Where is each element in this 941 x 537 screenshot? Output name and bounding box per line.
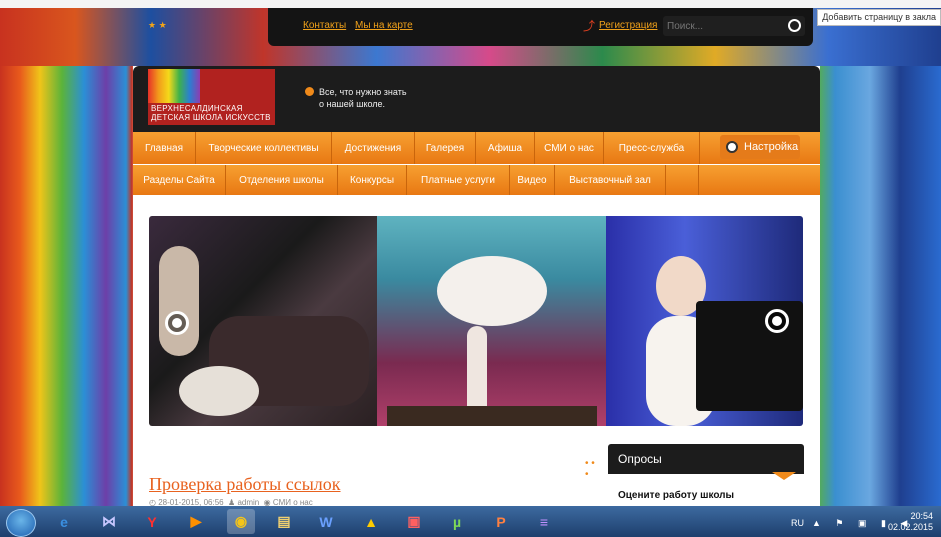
header-notice: Все, что нужно знать о нашей школе. [305, 86, 407, 110]
image-slider [149, 216, 803, 426]
ie-icon[interactable]: e [50, 509, 78, 534]
daemon-tools-icon[interactable]: ▲ [357, 509, 385, 534]
logo-rainbow [148, 69, 200, 103]
photo-figure [179, 366, 259, 416]
nav-item-poster[interactable]: Афиша [476, 132, 535, 164]
photo-figure [467, 326, 487, 416]
slider-next-button[interactable] [765, 309, 789, 333]
browser-chrome [0, 0, 941, 8]
clock-date: 02.02.2015 [887, 522, 933, 532]
star-icons: ★ ★ [148, 20, 167, 30]
nav-item-exhibition[interactable]: Выставочный зал [555, 165, 666, 195]
nav-item-paid-services[interactable]: Платные услуги [407, 165, 510, 195]
nav-item-blank [666, 165, 699, 195]
nav-item-sections[interactable]: Разделы Сайта [133, 165, 226, 195]
nav-item-achievements[interactable]: Достижения [332, 132, 415, 164]
explorer-folder-icon[interactable]: ▤ [270, 509, 298, 534]
system-clock[interactable]: 20:54 02.02.2015 [888, 511, 933, 533]
nav-item-press[interactable]: Пресс-служба [604, 132, 700, 164]
site-header: ВЕРХНЕСАЛДИНСКАЯ ДЕТСКАЯ ШКОЛА ИСКУССТВ … [133, 66, 820, 132]
poll-toggle-icon[interactable] [772, 472, 796, 480]
player-icon[interactable]: ▶ [182, 509, 210, 534]
poll-header: Опросы [608, 444, 804, 480]
photo-figure [387, 406, 597, 426]
poll-question: Оцените работу школы [618, 490, 735, 501]
word-icon[interactable]: W [312, 509, 340, 534]
media-player-icon[interactable]: ⋈ [95, 509, 123, 534]
nav-item-collectives[interactable]: Творческие коллективы [196, 132, 332, 164]
nav-item-video[interactable]: Видео [510, 165, 555, 195]
clock-time: 20:54 [910, 511, 933, 521]
search-submit-icon[interactable] [788, 19, 801, 32]
school-logo[interactable]: ВЕРХНЕСАЛДИНСКАЯ ДЕТСКАЯ ШКОЛА ИСКУССТВ [148, 69, 275, 125]
article-title-link[interactable]: Проверка работы ссылок [149, 474, 341, 495]
register-icon: ⤴ [583, 19, 596, 33]
logo-line-2: ДЕТСКАЯ ШКОЛА ИСКУССТВ [151, 113, 271, 122]
search-box [663, 16, 805, 36]
main-nav: Главная Творческие коллективы Достижения… [133, 132, 820, 164]
photo-figure [159, 246, 199, 356]
language-indicator[interactable]: RU [791, 518, 804, 528]
nav-item-departments[interactable]: Отделения школы [226, 165, 338, 195]
settings-label: Настройка [744, 141, 799, 153]
yandex-browser-icon[interactable]: Y [138, 509, 166, 534]
search-input[interactable] [665, 18, 779, 34]
nav-item-contests[interactable]: Конкурсы [338, 165, 407, 195]
map-link[interactable]: Мы на карте [355, 20, 413, 31]
slider-prev-button[interactable] [165, 311, 189, 335]
chrome-icon[interactable]: ◉ [227, 509, 255, 534]
utorrent-icon[interactable]: µ [443, 509, 471, 534]
winrar-icon[interactable]: ≡ [530, 509, 558, 534]
nav-item-home[interactable]: Главная [133, 132, 196, 164]
site-container: ВЕРХНЕСАЛДИНСКАЯ ДЕТСКАЯ ШКОЛА ИСКУССТВ … [133, 66, 820, 507]
notice-line-2: о нашей школе. [319, 99, 386, 109]
info-icon [305, 87, 314, 96]
contacts-link[interactable]: Контакты [303, 20, 346, 31]
start-button[interactable] [6, 509, 36, 537]
register-link[interactable]: Регистрация [599, 20, 657, 31]
settings-icon [726, 141, 738, 153]
nav-item-media[interactable]: СМИ о нас [535, 132, 604, 164]
settings-button[interactable]: Настройка [720, 135, 800, 159]
logo-line-1: ВЕРХНЕСАЛДИНСКАЯ [151, 104, 243, 113]
slide-ballet-photo [377, 216, 606, 426]
poll-widget: Опросы Оцените работу школы [608, 444, 804, 506]
poll-title: Опросы [618, 452, 662, 466]
powerpoint-icon[interactable]: P [487, 509, 515, 534]
notice-line-1: Все, что нужно знать [319, 87, 407, 97]
photo-figure [437, 256, 547, 326]
nav-item-gallery[interactable]: Галерея [415, 132, 476, 164]
logo-text: ВЕРХНЕСАЛДИНСКАЯ ДЕТСКАЯ ШКОЛА ИСКУССТВ [151, 104, 271, 122]
secondary-nav: Разделы Сайта Отделения школы Конкурсы П… [133, 165, 820, 195]
windows-taskbar: e ⋈ Y ▶ ◉ ▤ W ▲ ▣ µ P ≡ RU ▲ ⚑ ▣ ▮ ◀ 20:… [0, 506, 941, 537]
bookmark-button[interactable]: Добавить страницу в закла [817, 9, 941, 26]
dots-icon: • • • [585, 458, 595, 480]
image-viewer-icon[interactable]: ▣ [400, 509, 428, 534]
